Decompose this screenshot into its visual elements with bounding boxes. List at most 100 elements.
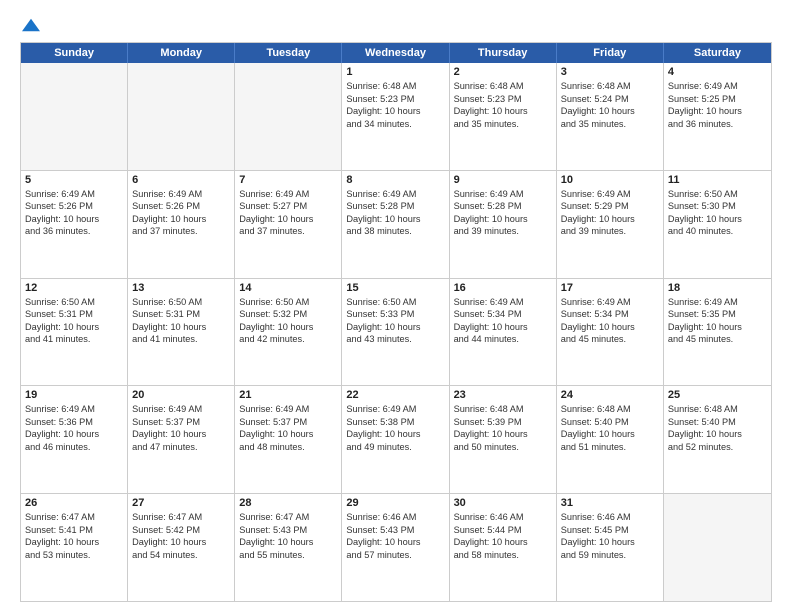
cell-info: Sunrise: 6:49 AM Sunset: 5:37 PM Dayligh…	[132, 403, 230, 453]
cell-info: Sunrise: 6:46 AM Sunset: 5:44 PM Dayligh…	[454, 511, 552, 561]
calendar-cell-8: 8 Sunrise: 6:49 AM Sunset: 5:28 PM Daylig…	[342, 171, 449, 278]
calendar-row-4: 26 Sunrise: 6:47 AM Sunset: 5:41 PM Dayli…	[21, 493, 771, 601]
calendar-cell-3: 3Sunrise: 6:48 AM Sunset: 5:24 PM Daylig…	[557, 63, 664, 170]
calendar-cell-11: 11Sunrise: 6:50 AM Sunset: 5:30 PM Dayli…	[664, 171, 771, 278]
cell-info: Sunrise: 6:49 AM Sunset: 5:28 PM Dayligh…	[454, 188, 552, 238]
day-number: 10	[561, 174, 659, 186]
day-number: 15	[346, 282, 444, 294]
cell-info: Sunrise: 6:48 AM Sunset: 5:24 PM Dayligh…	[561, 80, 659, 130]
cell-info: Sunrise: 6:49 AM Sunset: 5:26 PM Dayligh…	[132, 188, 230, 238]
weekday-header-wednesday: Wednesday	[342, 43, 449, 63]
calendar-cell-empty-2	[235, 63, 342, 170]
calendar-cell-26: 26 Sunrise: 6:47 AM Sunset: 5:41 PM Dayli…	[21, 494, 128, 601]
weekday-header-saturday: Saturday	[664, 43, 771, 63]
day-number: 4	[668, 66, 767, 78]
cell-info: Sunrise: 6:48 AM Sunset: 5:23 PM Dayligh…	[454, 80, 552, 130]
calendar-cell-6: 6Sunrise: 6:49 AM Sunset: 5:26 PM Daylig…	[128, 171, 235, 278]
cell-info: Sunrise: 6:48 AM Sunset: 5:23 PM Dayligh…	[346, 80, 444, 130]
day-number: 26	[25, 497, 123, 509]
calendar-row-2: 12Sunrise: 6:50 AM Sunset: 5:31 PM Dayli…	[21, 278, 771, 386]
cell-info: Sunrise: 6:49 AM Sunset: 5:35 PM Dayligh…	[668, 296, 767, 346]
calendar-cell-27: 27 Sunrise: 6:47 AM Sunset: 5:42 PM Dayli…	[128, 494, 235, 601]
day-number: 8	[346, 174, 444, 186]
calendar-cell-23: 23 Sunrise: 6:48 AM Sunset: 5:39 PM Dayli…	[450, 386, 557, 493]
day-number: 24	[561, 389, 659, 401]
day-number: 18	[668, 282, 767, 294]
calendar-cell-25: 25 Sunrise: 6:48 AM Sunset: 5:40 PM Dayli…	[664, 386, 771, 493]
day-number: 9	[454, 174, 552, 186]
day-number: 16	[454, 282, 552, 294]
day-number: 25	[668, 389, 767, 401]
calendar-header: SundayMondayTuesdayWednesdayThursdayFrid…	[21, 43, 771, 63]
calendar-cell-16: 16 Sunrise: 6:49 AM Sunset: 5:34 PM Dayli…	[450, 279, 557, 386]
cell-info: Sunrise: 6:49 AM Sunset: 5:26 PM Dayligh…	[25, 188, 123, 238]
cell-info: Sunrise: 6:49 AM Sunset: 5:27 PM Dayligh…	[239, 188, 337, 238]
day-number: 22	[346, 389, 444, 401]
calendar-cell-19: 19 Sunrise: 6:49 AM Sunset: 5:36 PM Dayli…	[21, 386, 128, 493]
weekday-header-thursday: Thursday	[450, 43, 557, 63]
cell-info: Sunrise: 6:48 AM Sunset: 5:40 PM Dayligh…	[561, 403, 659, 453]
calendar-row-3: 19 Sunrise: 6:49 AM Sunset: 5:36 PM Dayli…	[21, 385, 771, 493]
page: SundayMondayTuesdayWednesdayThursdayFrid…	[0, 0, 792, 612]
day-number: 20	[132, 389, 230, 401]
calendar-cell-7: 7 Sunrise: 6:49 AM Sunset: 5:27 PM Daylig…	[235, 171, 342, 278]
weekday-header-friday: Friday	[557, 43, 664, 63]
calendar-cell-18: 18 Sunrise: 6:49 AM Sunset: 5:35 PM Dayli…	[664, 279, 771, 386]
cell-info: Sunrise: 6:49 AM Sunset: 5:36 PM Dayligh…	[25, 403, 123, 453]
cell-info: Sunrise: 6:50 AM Sunset: 5:32 PM Dayligh…	[239, 296, 337, 346]
weekday-header-tuesday: Tuesday	[235, 43, 342, 63]
day-number: 28	[239, 497, 337, 509]
cell-info: Sunrise: 6:49 AM Sunset: 5:38 PM Dayligh…	[346, 403, 444, 453]
day-number: 31	[561, 497, 659, 509]
cell-info: Sunrise: 6:48 AM Sunset: 5:39 PM Dayligh…	[454, 403, 552, 453]
calendar-cell-empty-0	[21, 63, 128, 170]
logo-icon	[22, 16, 40, 34]
calendar-cell-12: 12Sunrise: 6:50 AM Sunset: 5:31 PM Dayli…	[21, 279, 128, 386]
cell-info: Sunrise: 6:49 AM Sunset: 5:34 PM Dayligh…	[454, 296, 552, 346]
calendar-cell-2: 2 Sunrise: 6:48 AM Sunset: 5:23 PM Daylig…	[450, 63, 557, 170]
calendar-cell-31: 31Sunrise: 6:46 AM Sunset: 5:45 PM Dayli…	[557, 494, 664, 601]
calendar-cell-4: 4 Sunrise: 6:49 AM Sunset: 5:25 PM Daylig…	[664, 63, 771, 170]
calendar-cell-empty-1	[128, 63, 235, 170]
calendar-cell-29: 29 Sunrise: 6:46 AM Sunset: 5:43 PM Dayli…	[342, 494, 449, 601]
cell-info: Sunrise: 6:50 AM Sunset: 5:31 PM Dayligh…	[132, 296, 230, 346]
calendar-cell-22: 22 Sunrise: 6:49 AM Sunset: 5:38 PM Dayli…	[342, 386, 449, 493]
header	[20, 16, 772, 34]
day-number: 30	[454, 497, 552, 509]
day-number: 21	[239, 389, 337, 401]
calendar-row-0: 1 Sunrise: 6:48 AM Sunset: 5:23 PM Daylig…	[21, 63, 771, 170]
day-number: 1	[346, 66, 444, 78]
calendar-cell-20: 20 Sunrise: 6:49 AM Sunset: 5:37 PM Dayli…	[128, 386, 235, 493]
cell-info: Sunrise: 6:47 AM Sunset: 5:41 PM Dayligh…	[25, 511, 123, 561]
day-number: 14	[239, 282, 337, 294]
logo-general	[20, 16, 40, 34]
day-number: 7	[239, 174, 337, 186]
calendar-cell-empty-6	[664, 494, 771, 601]
day-number: 11	[668, 174, 767, 186]
weekday-header-monday: Monday	[128, 43, 235, 63]
calendar-body: 1 Sunrise: 6:48 AM Sunset: 5:23 PM Daylig…	[21, 63, 771, 601]
calendar-cell-24: 24 Sunrise: 6:48 AM Sunset: 5:40 PM Dayli…	[557, 386, 664, 493]
day-number: 19	[25, 389, 123, 401]
day-number: 13	[132, 282, 230, 294]
cell-info: Sunrise: 6:47 AM Sunset: 5:42 PM Dayligh…	[132, 511, 230, 561]
day-number: 17	[561, 282, 659, 294]
logo	[20, 16, 40, 34]
calendar-row-1: 5Sunrise: 6:49 AM Sunset: 5:26 PM Daylig…	[21, 170, 771, 278]
calendar-cell-1: 1 Sunrise: 6:48 AM Sunset: 5:23 PM Daylig…	[342, 63, 449, 170]
cell-info: Sunrise: 6:49 AM Sunset: 5:25 PM Dayligh…	[668, 80, 767, 130]
calendar-cell-28: 28 Sunrise: 6:47 AM Sunset: 5:43 PM Dayli…	[235, 494, 342, 601]
cell-info: Sunrise: 6:49 AM Sunset: 5:29 PM Dayligh…	[561, 188, 659, 238]
calendar-cell-5: 5Sunrise: 6:49 AM Sunset: 5:26 PM Daylig…	[21, 171, 128, 278]
cell-info: Sunrise: 6:49 AM Sunset: 5:28 PM Dayligh…	[346, 188, 444, 238]
day-number: 2	[454, 66, 552, 78]
calendar-cell-10: 10 Sunrise: 6:49 AM Sunset: 5:29 PM Dayli…	[557, 171, 664, 278]
day-number: 27	[132, 497, 230, 509]
cell-info: Sunrise: 6:47 AM Sunset: 5:43 PM Dayligh…	[239, 511, 337, 561]
calendar-cell-30: 30 Sunrise: 6:46 AM Sunset: 5:44 PM Dayli…	[450, 494, 557, 601]
day-number: 29	[346, 497, 444, 509]
cell-info: Sunrise: 6:46 AM Sunset: 5:43 PM Dayligh…	[346, 511, 444, 561]
cell-info: Sunrise: 6:48 AM Sunset: 5:40 PM Dayligh…	[668, 403, 767, 453]
day-number: 23	[454, 389, 552, 401]
calendar-cell-13: 13 Sunrise: 6:50 AM Sunset: 5:31 PM Dayli…	[128, 279, 235, 386]
